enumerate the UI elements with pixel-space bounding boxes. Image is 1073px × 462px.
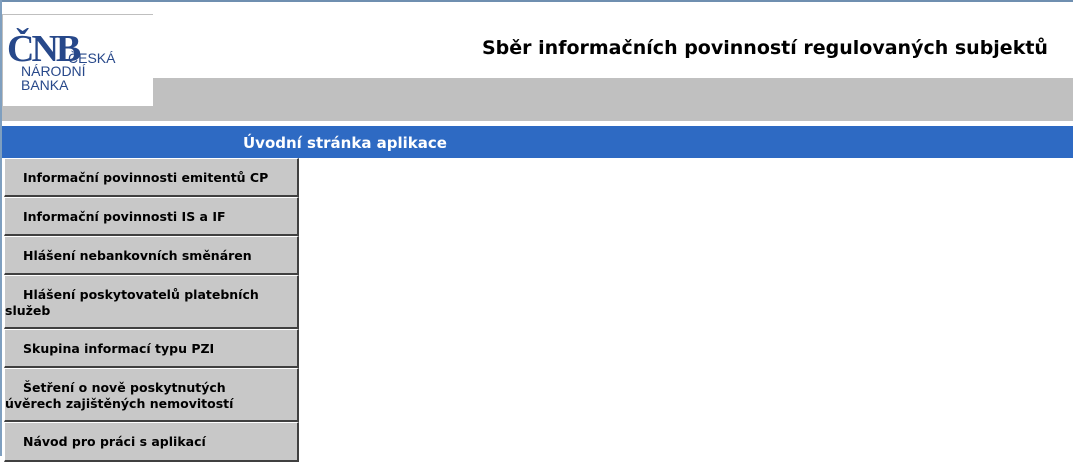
menu-item-label: Hlášení nebankovních směnáren [23, 248, 252, 263]
menu-item-is-if-obligations[interactable]: Informační povinnosti IS a IF [4, 197, 299, 236]
menu-item-mortgage-survey[interactable]: Šetření o nově poskytnutých úvěrech zaji… [4, 368, 299, 422]
menu-item-label: Informační povinnosti IS a IF [23, 209, 226, 224]
page-title: Sběr informačních povinností regulovanýc… [482, 37, 1048, 59]
logo-text-line3: BANKA [21, 77, 69, 93]
menu-item-label: Skupina informací typu PZI [23, 341, 215, 356]
menu-item-label-line1: Šetření o nově poskytnutých [23, 380, 226, 395]
menu-item-payment-providers[interactable]: Hlášení poskytovatelů platebních služeb [4, 275, 299, 329]
menu-item-label: Informační povinnosti emitentů CP [23, 170, 269, 185]
menu-item-exchange-offices[interactable]: Hlášení nebankovních směnáren [4, 236, 299, 275]
header-gray-band [2, 78, 1073, 121]
menu-item-label: Návod pro práci s aplikací [23, 434, 206, 449]
menu-item-label-line2: úvěrech zajištěných nemovitostí [5, 396, 234, 411]
logo-text-line2: NÁRODNÍ [21, 63, 86, 79]
menu-item-label-line2: služeb [5, 303, 51, 318]
menu-item-issuers-obligations[interactable]: Informační povinnosti emitentů CP [4, 158, 299, 197]
menu-item-label-line1: Hlášení poskytovatelů platebních [23, 287, 259, 302]
header: Sběr informačních povinností regulovanýc… [2, 2, 1073, 78]
home-page-link[interactable]: Úvodní stránka aplikace [243, 134, 447, 152]
side-menu: Informační povinnosti emitentů CP Inform… [4, 158, 299, 462]
cnb-logo[interactable]: ČNB ČESKÁ NÁRODNÍ BANKA [2, 14, 153, 106]
menu-item-pzi-group[interactable]: Skupina informací typu PZI [4, 329, 299, 368]
menu-item-user-guide[interactable]: Návod pro práci s aplikací [4, 422, 299, 462]
nav-bar: Úvodní stránka aplikace [2, 126, 1073, 158]
